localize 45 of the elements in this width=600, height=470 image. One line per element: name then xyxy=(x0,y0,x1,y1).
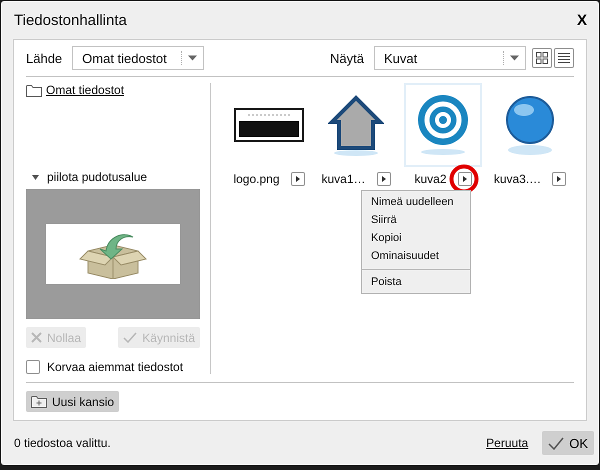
folder-plus-icon xyxy=(31,395,47,408)
file-menu-button[interactable] xyxy=(552,172,566,186)
annotation-circle xyxy=(448,164,479,194)
caret-icon xyxy=(382,176,386,182)
menu-item[interactable]: Kopioi xyxy=(362,229,470,247)
grid-icon xyxy=(536,52,548,64)
file-menu-button[interactable] xyxy=(458,172,472,186)
new-folder-button[interactable]: Uusi kansio xyxy=(26,391,120,412)
logo-image xyxy=(234,108,304,142)
list-view-button[interactable] xyxy=(554,48,574,68)
window-title: Tiedostonhallinta xyxy=(14,12,127,28)
drop-zone-toggle[interactable]: piilota pudotusalue xyxy=(47,170,148,184)
source-label: Lähde xyxy=(26,50,62,66)
menu-item[interactable]: Ominaisuudet xyxy=(362,247,470,265)
status-text: 0 tiedostoa valittu. xyxy=(14,436,111,450)
file-menu-button[interactable] xyxy=(376,172,391,186)
cross-icon xyxy=(31,332,42,343)
folder-link[interactable]: Omat tiedostot xyxy=(46,83,124,97)
file-name: kuva3.… xyxy=(494,172,542,186)
check-icon xyxy=(123,332,138,343)
view-label: Näytä xyxy=(330,50,364,66)
drop-zone[interactable] xyxy=(26,189,200,319)
cancel-link[interactable]: Peruuta xyxy=(486,436,528,450)
file-name: kuva2 xyxy=(414,172,447,186)
list-icon xyxy=(558,52,570,64)
caret-icon xyxy=(557,176,562,182)
house-image xyxy=(328,94,384,156)
file-thumbnail[interactable] xyxy=(404,83,482,167)
folder-icon xyxy=(26,84,42,96)
caret-icon xyxy=(462,176,467,182)
file-name: logo.png xyxy=(233,172,280,186)
close-button[interactable]: X xyxy=(576,12,587,28)
file-menu-button[interactable] xyxy=(290,172,305,186)
grid-view-button[interactable] xyxy=(532,48,552,68)
menu-item[interactable]: Nimeä uudelleen xyxy=(362,193,470,211)
overwrite-checkbox[interactable] xyxy=(26,360,40,374)
caret-icon xyxy=(296,176,300,182)
file-name: kuva1… xyxy=(321,172,366,186)
menu-item[interactable]: Poista xyxy=(362,269,470,291)
check-icon xyxy=(548,436,564,450)
overwrite-label: Korvaa aiemmat tiedostot xyxy=(47,360,184,374)
view-dropdown[interactable]: Kuvat xyxy=(374,46,526,70)
menu-item[interactable]: Siirrä xyxy=(362,211,470,229)
ok-button[interactable]: OK xyxy=(542,431,594,455)
source-dropdown[interactable]: Omat tiedostot xyxy=(72,46,204,70)
